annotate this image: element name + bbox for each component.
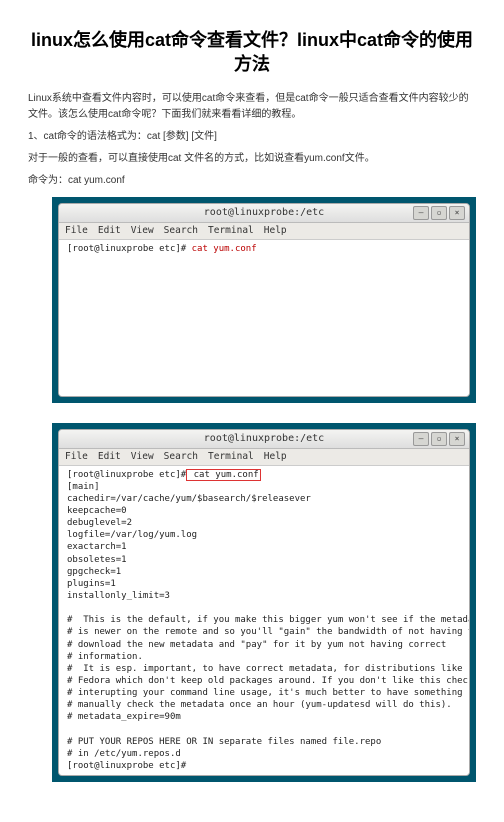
- prompt-text: [root@linuxprobe etc]#: [67, 244, 192, 254]
- prompt-text: [root@linuxprobe etc]#: [67, 470, 186, 480]
- menu-edit[interactable]: Edit: [98, 449, 121, 465]
- maximize-button[interactable]: ▫: [431, 432, 447, 446]
- paragraph-command: 命令为：cat yum.conf: [28, 173, 476, 189]
- menu-help[interactable]: Help: [264, 449, 287, 465]
- menu-search[interactable]: Search: [164, 449, 198, 465]
- menu-edit[interactable]: Edit: [98, 223, 121, 239]
- menu-bar: File Edit View Search Terminal Help: [59, 449, 469, 466]
- minimize-button[interactable]: –: [413, 206, 429, 220]
- window-titlebar: root@linuxprobe:/etc – ▫ ×: [59, 430, 469, 449]
- minimize-button[interactable]: –: [413, 432, 429, 446]
- window-controls: – ▫ ×: [413, 206, 465, 220]
- menu-search[interactable]: Search: [164, 223, 198, 239]
- paragraph-syntax: 1、cat命令的语法格式为：cat [参数] [文件]: [28, 129, 476, 145]
- terminal-window: root@linuxprobe:/etc – ▫ × File Edit Vie…: [58, 203, 470, 397]
- command-text: cat yum.conf: [192, 244, 257, 254]
- paragraph-intro: Linux系统中查看文件内容时，可以使用cat命令来查看，但是cat命令一般只适…: [28, 91, 476, 123]
- window-titlebar: root@linuxprobe:/etc – ▫ ×: [59, 204, 469, 223]
- menu-help[interactable]: Help: [264, 223, 287, 239]
- menu-view[interactable]: View: [131, 449, 154, 465]
- highlighted-command: cat yum.conf: [186, 469, 260, 481]
- close-button[interactable]: ×: [449, 206, 465, 220]
- menu-bar: File Edit View Search Terminal Help: [59, 223, 469, 240]
- menu-terminal[interactable]: Terminal: [208, 223, 254, 239]
- terminal-output: [main] cachedir=/var/cache/yum/$basearch…: [67, 482, 469, 771]
- menu-file[interactable]: File: [65, 223, 88, 239]
- terminal-content[interactable]: [root@linuxprobe etc]# cat yum.conf [mai…: [59, 466, 469, 776]
- window-title: root@linuxprobe:/etc: [204, 433, 324, 444]
- menu-file[interactable]: File: [65, 449, 88, 465]
- maximize-button[interactable]: ▫: [431, 206, 447, 220]
- window-controls: – ▫ ×: [413, 432, 465, 446]
- window-title: root@linuxprobe:/etc: [204, 207, 324, 218]
- menu-view[interactable]: View: [131, 223, 154, 239]
- page-title: linux怎么使用cat命令查看文件？linux中cat命令的使用方法: [28, 28, 476, 77]
- terminal-screenshot-2: root@linuxprobe:/etc – ▫ × File Edit Vie…: [52, 423, 476, 783]
- paragraph-example-intro: 对于一般的查看，可以直接使用cat 文件名的方式，比如说查看yum.conf文件…: [28, 151, 476, 167]
- terminal-screenshot-1: root@linuxprobe:/etc – ▫ × File Edit Vie…: [52, 197, 476, 403]
- terminal-content[interactable]: [root@linuxprobe etc]# cat yum.conf: [59, 240, 469, 396]
- menu-terminal[interactable]: Terminal: [208, 449, 254, 465]
- close-button[interactable]: ×: [449, 432, 465, 446]
- terminal-window: root@linuxprobe:/etc – ▫ × File Edit Vie…: [58, 429, 470, 777]
